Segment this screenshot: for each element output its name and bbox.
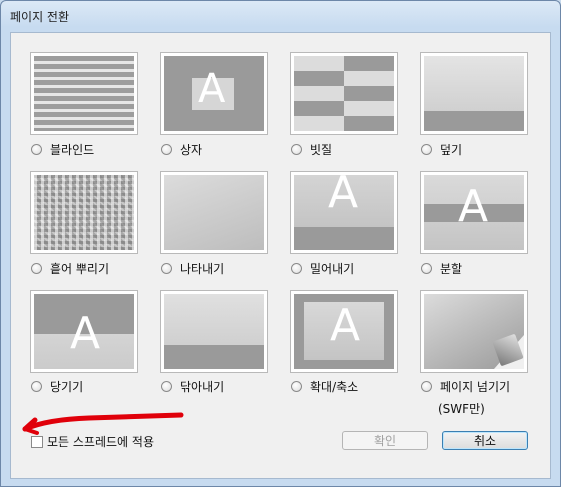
radio-button[interactable] <box>291 380 302 392</box>
transition-label: 나타내기 <box>180 261 225 276</box>
thumb-push[interactable]: A <box>291 172 397 253</box>
transition-option-cover[interactable]: 덮기 <box>421 141 462 157</box>
thumb-cover[interactable] <box>421 53 527 134</box>
apply-all-row[interactable]: 모든 스프레드에 적용 <box>31 433 154 450</box>
transition-label: 블라인드 <box>50 142 95 157</box>
transition-option-zoom[interactable]: 확대/축소 <box>291 378 358 394</box>
transition-option-blinds[interactable]: 블라인드 <box>31 141 94 157</box>
radio-button[interactable] <box>291 143 302 155</box>
thumb-comb[interactable] <box>291 53 397 134</box>
transition-option-uncover[interactable]: 당기기 <box>31 378 83 394</box>
radio-button[interactable] <box>161 143 172 155</box>
title-bar[interactable]: 페이지 전환 <box>1 1 560 31</box>
radio-button[interactable] <box>31 380 42 392</box>
thumb-box[interactable]: A <box>161 53 267 134</box>
transition-label: 페이지 넘기기 <box>440 379 511 394</box>
transition-label: 분할 <box>440 261 463 276</box>
transition-option-split[interactable]: 분할 <box>421 260 462 276</box>
ok-button[interactable]: 확인 <box>342 431 428 450</box>
apply-all-checkbox[interactable] <box>31 435 43 448</box>
glyph-a: A <box>328 172 359 218</box>
thumb-zoom[interactable]: A <box>291 291 397 372</box>
apply-all-label: 모든 스프레드에 적용 <box>47 435 154 449</box>
radio-button[interactable] <box>421 143 432 155</box>
transition-option-fade[interactable]: 나타내기 <box>161 260 224 276</box>
thumb-wipe[interactable] <box>161 291 267 372</box>
swf-only-note: (SWF만) <box>438 402 485 416</box>
radio-button[interactable] <box>161 262 172 274</box>
transition-option-wipe[interactable]: 닦아내기 <box>161 378 224 394</box>
radio-button[interactable] <box>31 262 42 274</box>
radio-button[interactable] <box>31 143 42 155</box>
transition-option-push[interactable]: 밀어내기 <box>291 260 354 276</box>
thumb-fade[interactable] <box>161 172 267 253</box>
glyph-a: A <box>458 181 489 232</box>
dialog-title: 페이지 전환 <box>10 10 70 24</box>
thumb-blinds[interactable] <box>31 53 137 134</box>
transition-label: 흩어 뿌리기 <box>50 261 110 276</box>
thumb-split[interactable]: A <box>421 172 527 253</box>
thumb-uncover[interactable]: A <box>31 291 137 372</box>
radio-button[interactable] <box>421 380 432 392</box>
transition-label: 당기기 <box>50 379 84 394</box>
transition-option-box[interactable]: 상자 <box>161 141 202 157</box>
cancel-button[interactable]: 취소 <box>442 431 528 450</box>
transition-label: 닦아내기 <box>180 379 225 394</box>
thumb-page-turn[interactable] <box>421 291 527 372</box>
transition-option-dissolve[interactable]: 흩어 뿌리기 <box>31 260 109 276</box>
thumb-dissolve[interactable] <box>31 172 137 253</box>
transition-label: 확대/축소 <box>310 379 359 394</box>
radio-button[interactable] <box>161 380 172 392</box>
radio-button[interactable] <box>421 262 432 274</box>
transition-label: 상자 <box>180 142 203 157</box>
radio-button[interactable] <box>291 262 302 274</box>
transition-label: 덮기 <box>440 142 463 157</box>
glyph-a: A <box>198 66 226 112</box>
glyph-a: A <box>70 308 101 359</box>
glyph-a: A <box>330 300 361 351</box>
page-transitions-dialog: 페이지 전환 블라인드 A 상자 빗질 덮기 흩어 뿌리기 나타내기 A 밀어내… <box>0 0 561 487</box>
transition-option-page-turn[interactable]: 페이지 넘기기 <box>421 378 510 394</box>
transition-option-comb[interactable]: 빗질 <box>291 141 332 157</box>
transition-label: 빗질 <box>310 142 333 157</box>
transition-label: 밀어내기 <box>310 261 355 276</box>
